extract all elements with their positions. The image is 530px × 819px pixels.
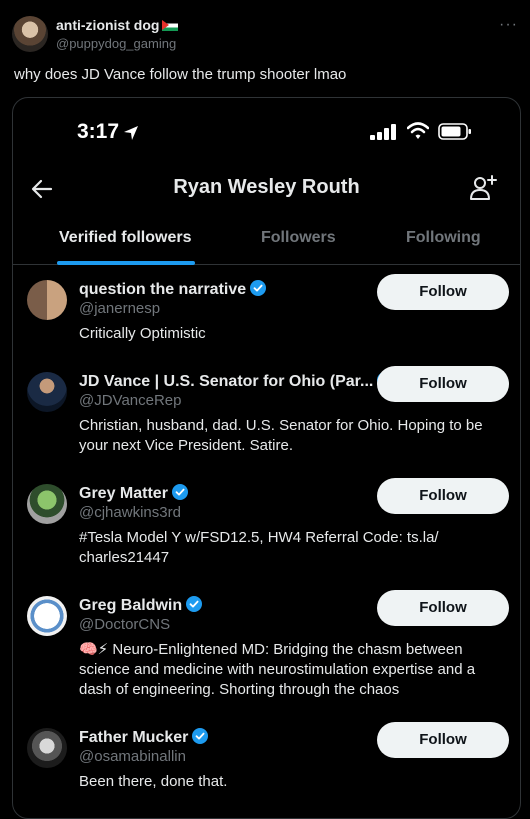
- user-name[interactable]: Grey Matter: [79, 485, 168, 502]
- verified-badge-icon: [192, 728, 209, 744]
- user-handle[interactable]: @JDVanceRep: [79, 392, 182, 409]
- author-name[interactable]: anti-zionist dog: [56, 17, 159, 33]
- follow-button[interactable]: Follow: [377, 722, 509, 758]
- user-name-line[interactable]: Grey Matter: [79, 484, 188, 503]
- user-name[interactable]: Greg Baldwin: [79, 597, 182, 614]
- user-handle[interactable]: @osamabinallin: [79, 748, 186, 765]
- more-options-icon[interactable]: ···: [499, 16, 518, 34]
- user-name[interactable]: JD Vance | U.S. Senator for Ohio (Par...: [79, 373, 373, 390]
- follow-button[interactable]: Follow: [377, 590, 509, 626]
- add-person-icon[interactable]: [469, 174, 497, 202]
- tweet-text: why does JD Vance follow the trump shoot…: [14, 66, 347, 83]
- user-name-line[interactable]: question the narrative: [79, 280, 267, 299]
- tab-verified-followers[interactable]: Verified followers: [59, 229, 191, 247]
- cellular-signal-icon: [370, 124, 396, 140]
- status-bar: 3:17: [13, 98, 520, 158]
- user-bio: Critically Optimistic: [79, 325, 206, 342]
- status-time: 3:17: [77, 120, 120, 143]
- embedded-screenshot[interactable]: 3:17 Ryan Wesley Routh Verified follower…: [12, 97, 521, 819]
- author-name-line[interactable]: anti-zionist dog: [56, 17, 179, 33]
- user-bio: 🧠⚡ Neuro-Enlightened MD: Bridging the ch…: [79, 641, 476, 698]
- profile-title: Ryan Wesley Routh: [173, 176, 360, 198]
- battery-icon: [438, 123, 471, 140]
- verified-badge-icon: [186, 596, 203, 612]
- follow-button[interactable]: Follow: [377, 274, 509, 310]
- verified-badge-icon: [250, 280, 267, 296]
- follower-tabs: Verified followers Followers Following: [13, 214, 520, 265]
- verified-badge-icon: [171, 484, 188, 500]
- user-name-line[interactable]: Father Mucker: [79, 728, 209, 747]
- location-arrow-icon: [124, 126, 138, 140]
- active-tab-indicator: [57, 261, 195, 265]
- author-handle[interactable]: @puppydog_gaming: [56, 36, 176, 51]
- user-avatar[interactable]: [27, 372, 67, 412]
- user-name[interactable]: question the narrative: [79, 281, 246, 298]
- user-avatar[interactable]: [27, 280, 67, 320]
- follow-button[interactable]: Follow: [377, 478, 509, 514]
- user-name[interactable]: Father Mucker: [79, 729, 188, 746]
- follow-button[interactable]: Follow: [377, 366, 509, 402]
- tweet-header: anti-zionist dog @puppydog_gaming ···: [12, 14, 518, 54]
- user-avatar[interactable]: [27, 596, 67, 636]
- user-handle[interactable]: @cjhawkins3rd: [79, 504, 181, 521]
- user-avatar[interactable]: [27, 484, 67, 524]
- wifi-icon: [407, 122, 429, 139]
- user-name-line[interactable]: Greg Baldwin: [79, 596, 203, 615]
- user-name-line[interactable]: JD Vance | U.S. Senator for Ohio (Par...: [79, 372, 394, 391]
- user-avatar[interactable]: [27, 728, 67, 768]
- tab-followers[interactable]: Followers: [261, 229, 336, 247]
- user-bio: Been there, done that.: [79, 773, 228, 790]
- palestine-flag-icon: [162, 20, 179, 31]
- user-handle[interactable]: @DoctorCNS: [79, 616, 170, 633]
- user-bio: #Tesla Model Y w/FSD12.5, HW4 Referral C…: [79, 529, 439, 566]
- author-avatar[interactable]: [12, 16, 48, 52]
- tab-following[interactable]: Following: [406, 229, 481, 247]
- user-handle[interactable]: @janernesp: [79, 300, 160, 317]
- user-bio: Christian, husband, dad. U.S. Senator fo…: [79, 417, 483, 454]
- nav-bar: Ryan Wesley Routh: [13, 164, 520, 214]
